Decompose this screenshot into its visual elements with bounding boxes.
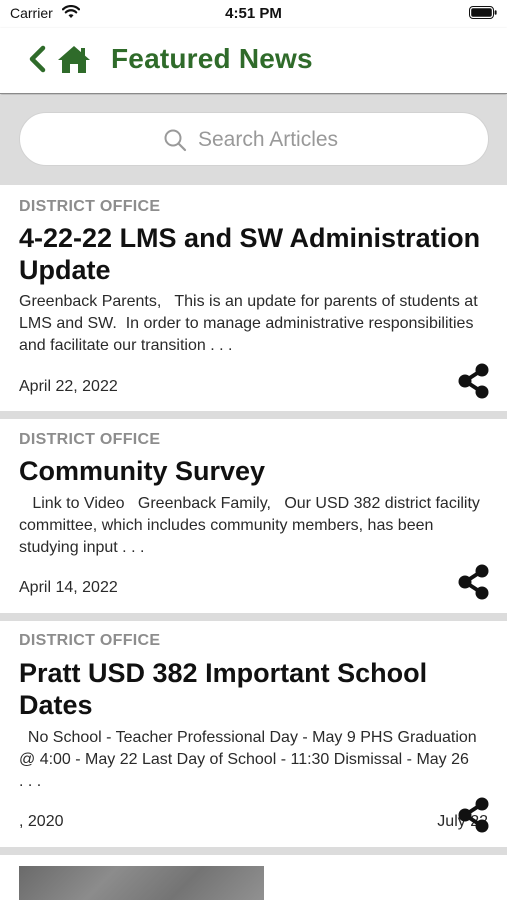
- search-icon: [164, 129, 187, 152]
- status-bar: Carrier 4:51 PM: [0, 0, 507, 28]
- article-date: April 22, 2022: [19, 378, 118, 395]
- article-title: Community Survey: [19, 456, 266, 486]
- share-icon[interactable]: [457, 564, 489, 600]
- article-thumbnail: [19, 866, 264, 900]
- article-category: DISTRICT OFFICE: [19, 632, 161, 649]
- article-date: , 2020: [19, 813, 64, 830]
- article-category: DISTRICT OFFICE: [19, 431, 161, 448]
- article-card[interactable]: DISTRICT OFFICE Pratt USD 382 Important …: [0, 621, 507, 847]
- navigation-bar: Featured News: [0, 28, 507, 94]
- article-excerpt: Link to Video Greenback Family, Our USD …: [19, 495, 485, 556]
- back-chevron-icon[interactable]: [26, 44, 48, 74]
- article-card[interactable]: DISTRICT OFFICE Community Survey Link to…: [0, 419, 507, 613]
- article-excerpt: No School - Teacher Professional Day - M…: [19, 729, 496, 790]
- search-area: Search Articles: [0, 95, 507, 185]
- share-icon[interactable]: [457, 363, 489, 399]
- article-excerpt: Greenback Parents, This is an update for…: [19, 293, 483, 354]
- share-icon[interactable]: [457, 797, 489, 833]
- article-card[interactable]: DISTRICT OFFICE 4-22-22 LMS and SW Admin…: [0, 185, 507, 411]
- status-time: 4:51 PM: [225, 5, 282, 22]
- article-date: April 14, 2022: [19, 579, 118, 596]
- battery-icon: [469, 6, 497, 19]
- home-icon[interactable]: [56, 44, 92, 74]
- article-card[interactable]: [0, 855, 507, 900]
- separator: [0, 411, 507, 419]
- separator: [0, 847, 507, 855]
- article-title: Pratt USD 382 Important School Dates: [19, 658, 428, 720]
- search-placeholder: Search Articles: [198, 128, 339, 151]
- article-category: DISTRICT OFFICE: [19, 198, 161, 215]
- page-title: Featured News: [111, 43, 313, 74]
- article-title: 4-22-22 LMS and SW Administration Update: [19, 223, 481, 285]
- separator: [0, 613, 507, 621]
- search-input[interactable]: Search Articles: [19, 112, 489, 166]
